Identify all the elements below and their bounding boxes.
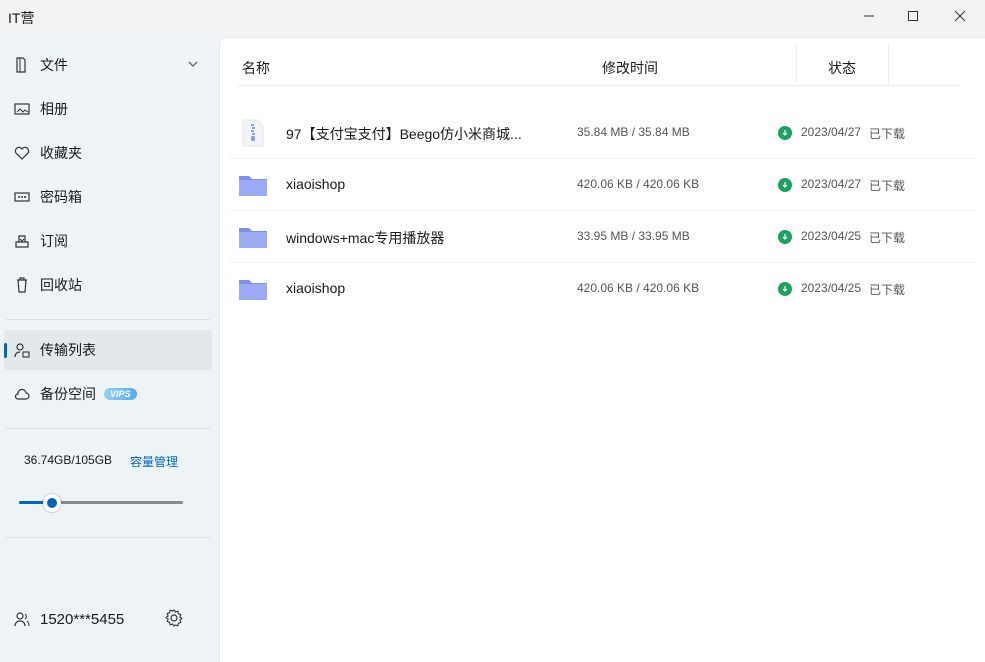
minimize-icon [864, 15, 874, 17]
sidebar: 文件 相册 收藏夹 密码箱 订阅 回收站 传输列表 备份空间 VIPS 36.7… [0, 32, 219, 662]
sidebar-item-transfer-list[interactable]: 传输列表 [4, 330, 212, 370]
photo-album-icon [14, 101, 30, 117]
table-header: 名称 修改时间 状态 [238, 38, 960, 86]
transfer-icon [14, 342, 30, 358]
user-name: 1520***5455 [40, 610, 125, 628]
file-name: xiaoishop [286, 280, 346, 296]
vip-badge: VIPS [104, 388, 137, 400]
sidebar-item-backup-space[interactable]: 备份空间 VIPS [4, 374, 212, 414]
sidebar-item-label: 密码箱 [40, 189, 82, 205]
sidebar-item-label: 收藏夹 [40, 145, 82, 161]
file-status: 已下载 [869, 231, 906, 245]
column-separator [888, 44, 889, 84]
password-box-icon [14, 189, 30, 205]
table-row[interactable]: 97【支付宝支付】Beego仿小米商城... 35.84 MB / 35.84 … [230, 107, 976, 159]
table-row[interactable]: xiaoishop 420.06 KB / 420.06 KB 2023/04/… [230, 263, 976, 315]
file-status: 已下载 [869, 179, 906, 193]
sidebar-item-label: 订阅 [40, 233, 68, 249]
column-separator [796, 44, 797, 84]
file-date: 2023/04/25 [801, 229, 862, 243]
maximize-button[interactable] [890, 0, 936, 32]
sidebar-divider [6, 537, 210, 538]
minimize-button[interactable] [846, 0, 892, 32]
download-complete-icon [778, 126, 792, 140]
file-name: windows+mac专用播放器 [286, 230, 445, 246]
sidebar-item-label: 相册 [40, 101, 68, 117]
title-bar: IT营 [0, 0, 985, 32]
column-header-name[interactable]: 名称 [242, 58, 270, 78]
close-icon [954, 10, 966, 22]
file-size: 33.95 MB / 33.95 MB [577, 229, 690, 243]
subscription-icon [14, 233, 30, 249]
column-header-time[interactable]: 修改时间 [602, 58, 658, 78]
file-name: xiaoishop [286, 176, 346, 192]
table-row[interactable]: windows+mac专用播放器 33.95 MB / 33.95 MB 202… [230, 211, 976, 263]
file-status: 已下载 [869, 127, 906, 141]
sidebar-item-label: 备份空间 [40, 386, 96, 402]
slider-thumb[interactable] [42, 494, 61, 512]
close-button[interactable] [937, 0, 983, 32]
file-date: 2023/04/27 [801, 125, 862, 139]
file-name: 97【支付宝支付】Beego仿小米商城... [286, 126, 522, 142]
heart-icon [14, 145, 30, 161]
column-header-status[interactable]: 状态 [828, 58, 856, 78]
gear-icon[interactable] [164, 608, 184, 628]
cloud-icon [14, 386, 30, 402]
storage-usage: 36.74GB/105GB [24, 453, 113, 467]
maximize-icon [908, 11, 918, 21]
sidebar-item-label: 文件 [40, 57, 68, 73]
sidebar-item-album[interactable]: 相册 [4, 89, 212, 129]
storage-slider[interactable] [19, 494, 183, 512]
folder-icon [239, 228, 267, 248]
capacity-manage-link[interactable]: 容量管理 [130, 453, 178, 470]
download-complete-icon [778, 178, 792, 192]
download-complete-icon [778, 282, 792, 296]
sidebar-divider [6, 319, 210, 320]
file-status: 已下载 [869, 283, 906, 297]
sidebar-item-recycle-bin[interactable]: 回收站 [4, 265, 212, 305]
zip-file-icon [242, 119, 264, 147]
file-date: 2023/04/25 [801, 281, 862, 295]
sidebar-item-password-box[interactable]: 密码箱 [4, 177, 212, 217]
sidebar-item-label: 回收站 [40, 277, 82, 293]
file-size: 420.06 KB / 420.06 KB [577, 177, 700, 191]
file-size: 420.06 KB / 420.06 KB [577, 281, 700, 295]
download-complete-icon [778, 230, 792, 244]
transfer-list-panel: 名称 修改时间 状态 97【支付宝支付】Beego仿小米商城... 35.84 … [219, 37, 985, 662]
sidebar-item-files[interactable]: 文件 [4, 45, 212, 85]
user-icon [14, 612, 30, 627]
chevron-down-icon[interactable] [186, 57, 200, 71]
sidebar-item-label: 传输列表 [40, 342, 96, 358]
recycle-bin-icon [14, 277, 30, 293]
app-title: IT营 [8, 10, 35, 26]
sidebar-item-subscription[interactable]: 订阅 [4, 221, 212, 261]
folder-icon [239, 280, 267, 300]
file-date: 2023/04/27 [801, 177, 862, 191]
folder-icon [239, 176, 267, 196]
file-icon [14, 57, 30, 73]
file-size: 35.84 MB / 35.84 MB [577, 125, 690, 139]
table-row[interactable]: xiaoishop 420.06 KB / 420.06 KB 2023/04/… [230, 159, 976, 211]
sidebar-divider [6, 428, 210, 429]
sidebar-item-favorites[interactable]: 收藏夹 [4, 133, 212, 173]
